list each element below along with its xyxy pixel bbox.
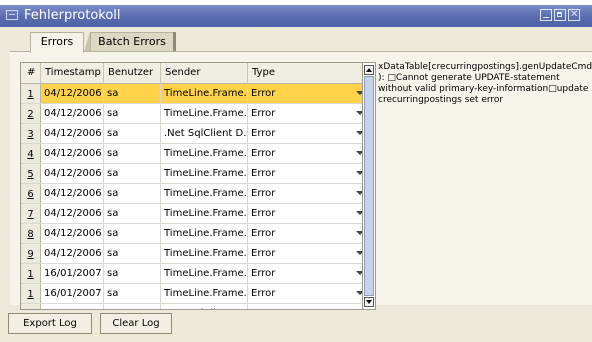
error-grid: # Timestamp Benutzer Sender Type 1 04/12/… bbox=[20, 62, 371, 310]
cell-sender: TimeLine.Frame... bbox=[161, 204, 248, 223]
cell-type-dropdown[interactable]: Error bbox=[248, 204, 370, 223]
export-log-button[interactable]: Export Log bbox=[8, 313, 92, 334]
cell-user: sa bbox=[104, 184, 161, 203]
cell-user: sa bbox=[104, 264, 161, 283]
table-row[interactable]: 3 04/12/2006 sa .Net SqlClient D... Error bbox=[21, 124, 370, 144]
cell-type-dropdown[interactable]: Error bbox=[248, 244, 370, 263]
cell-type-dropdown[interactable]: Error bbox=[248, 304, 370, 309]
row-number-link[interactable]: 1 bbox=[21, 284, 41, 303]
cell-timestamp: 04/12/2006 bbox=[41, 144, 104, 163]
table-row[interactable]: 1 16/01/2007 sa TimeLine.Frame... Error bbox=[21, 284, 370, 304]
row-number-link[interactable]: 1 bbox=[21, 264, 41, 283]
error-detail-text: xDataTable[crecurringpostings].genUpdate… bbox=[378, 62, 592, 105]
cell-timestamp: 16/01/2007 bbox=[41, 264, 104, 283]
cell-type-dropdown[interactable]: Error bbox=[248, 284, 370, 303]
window-title: Fehlerprotokoll bbox=[24, 8, 121, 23]
cell-sender: TimeLine.Frame... bbox=[161, 284, 248, 303]
row-number-link[interactable]: 9 bbox=[21, 244, 41, 263]
cell-user: sa bbox=[104, 84, 161, 103]
cell-user: sa bbox=[104, 284, 161, 303]
grid-header: # Timestamp Benutzer Sender Type bbox=[21, 63, 370, 84]
cell-user: sa bbox=[104, 244, 161, 263]
cell-sender: TimeLine.Frame... bbox=[161, 244, 248, 263]
errors-panel: # Timestamp Benutzer Sender Type 1 04/12/… bbox=[10, 51, 592, 310]
table-row[interactable]: 5 04/12/2006 sa TimeLine.Frame... Error bbox=[21, 164, 370, 184]
error-log-window: Fehlerprotokoll Errors Batch Errors # Ti… bbox=[0, 5, 592, 342]
cell-type-dropdown[interactable]: Error bbox=[248, 264, 370, 283]
cell-timestamp: 04/12/2006 bbox=[41, 204, 104, 223]
column-header-number[interactable]: # bbox=[21, 63, 41, 83]
maximize-button[interactable] bbox=[554, 9, 566, 21]
table-row[interactable]: 8 04/12/2006 sa TimeLine.Frame... Error bbox=[21, 224, 370, 244]
cell-sender: .Net SqlClient D... bbox=[161, 304, 248, 309]
cell-user: sa bbox=[104, 164, 161, 183]
cell-user: sa bbox=[104, 144, 161, 163]
cell-type-dropdown[interactable]: Error bbox=[248, 144, 370, 163]
minimize-button[interactable] bbox=[540, 9, 552, 21]
column-header-sender[interactable]: Sender bbox=[161, 63, 248, 83]
row-number-link[interactable]: 6 bbox=[21, 184, 41, 203]
cell-sender: .Net SqlClient D... bbox=[161, 124, 248, 143]
cell-sender: TimeLine.Frame... bbox=[161, 84, 248, 103]
row-number-link[interactable]: 2 bbox=[21, 104, 41, 123]
cell-sender: TimeLine.Frame... bbox=[161, 164, 248, 183]
title-bar: Fehlerprotokoll bbox=[0, 5, 592, 27]
tab-errors[interactable]: Errors bbox=[30, 32, 84, 53]
table-row[interactable]: 116/01/2007sa.Net SqlClient D...Error bbox=[21, 304, 370, 309]
cell-timestamp: 16/01/2007 bbox=[41, 284, 104, 303]
column-header-user[interactable]: Benutzer bbox=[104, 63, 161, 83]
cell-type-dropdown[interactable]: Error bbox=[248, 84, 370, 103]
cell-user: sa bbox=[104, 124, 161, 143]
table-row[interactable]: 4 04/12/2006 sa TimeLine.Frame... Error bbox=[21, 144, 370, 164]
column-header-timestamp[interactable]: Timestamp bbox=[41, 63, 104, 83]
cell-timestamp: 04/12/2006 bbox=[41, 244, 104, 263]
cell-type-dropdown[interactable]: Error bbox=[248, 164, 370, 183]
cell-user: sa bbox=[104, 104, 161, 123]
cell-timestamp: 04/12/2006 bbox=[41, 224, 104, 243]
cell-sender: TimeLine.Frame... bbox=[161, 144, 248, 163]
row-number-link[interactable]: 4 bbox=[21, 144, 41, 163]
scroll-thumb[interactable] bbox=[364, 76, 374, 296]
tab-strip: Errors Batch Errors bbox=[0, 27, 592, 53]
table-row[interactable]: 9 04/12/2006 sa TimeLine.Frame... Error bbox=[21, 244, 370, 264]
row-number-link[interactable]: 3 bbox=[21, 124, 41, 143]
cell-timestamp: 16/01/2007 bbox=[41, 304, 104, 309]
cell-type-dropdown[interactable]: Error bbox=[248, 224, 370, 243]
row-number-link[interactable]: 1 bbox=[21, 84, 41, 103]
row-number-link[interactable]: 8 bbox=[21, 224, 41, 243]
cell-timestamp: 04/12/2006 bbox=[41, 84, 104, 103]
tab-batch-errors[interactable]: Batch Errors bbox=[84, 32, 176, 52]
table-row[interactable]: 1 04/12/2006 sa TimeLine.Frame... Error bbox=[21, 84, 370, 104]
cell-user: sa bbox=[104, 304, 161, 309]
window-icon bbox=[6, 10, 18, 20]
row-number-link[interactable]: 5 bbox=[21, 164, 41, 183]
table-row[interactable]: 1 16/01/2007 sa TimeLine.Frame... Error bbox=[21, 264, 370, 284]
cell-type-dropdown[interactable]: Error bbox=[248, 184, 370, 203]
row-number-link[interactable]: 7 bbox=[21, 204, 41, 223]
column-header-type[interactable]: Type bbox=[248, 63, 370, 83]
table-row[interactable]: 7 04/12/2006 sa TimeLine.Frame... Error bbox=[21, 204, 370, 224]
cell-timestamp: 04/12/2006 bbox=[41, 104, 104, 123]
clear-log-button[interactable]: Clear Log bbox=[100, 313, 172, 334]
cell-type-dropdown[interactable]: Error bbox=[248, 104, 370, 123]
grid-scrollbar[interactable] bbox=[362, 62, 376, 310]
cell-sender: TimeLine.Frame... bbox=[161, 224, 248, 243]
cell-sender: TimeLine.Frame... bbox=[161, 104, 248, 123]
cell-timestamp: 04/12/2006 bbox=[41, 184, 104, 203]
table-row[interactable]: 2 04/12/2006 sa TimeLine.Frame... Error bbox=[21, 104, 370, 124]
scroll-down-arrow-icon[interactable] bbox=[364, 297, 374, 307]
cell-sender: TimeLine.Frame... bbox=[161, 264, 248, 283]
row-number-link[interactable]: 1 bbox=[21, 304, 41, 309]
table-row[interactable]: 6 04/12/2006 sa TimeLine.Frame... Error bbox=[21, 184, 370, 204]
cell-type-dropdown[interactable]: Error bbox=[248, 124, 370, 143]
cell-timestamp: 04/12/2006 bbox=[41, 124, 104, 143]
close-button[interactable] bbox=[568, 8, 580, 22]
cell-user: sa bbox=[104, 224, 161, 243]
scroll-up-arrow-icon[interactable] bbox=[364, 65, 374, 75]
cell-timestamp: 04/12/2006 bbox=[41, 164, 104, 183]
cell-user: sa bbox=[104, 204, 161, 223]
cell-sender: TimeLine.Frame... bbox=[161, 184, 248, 203]
